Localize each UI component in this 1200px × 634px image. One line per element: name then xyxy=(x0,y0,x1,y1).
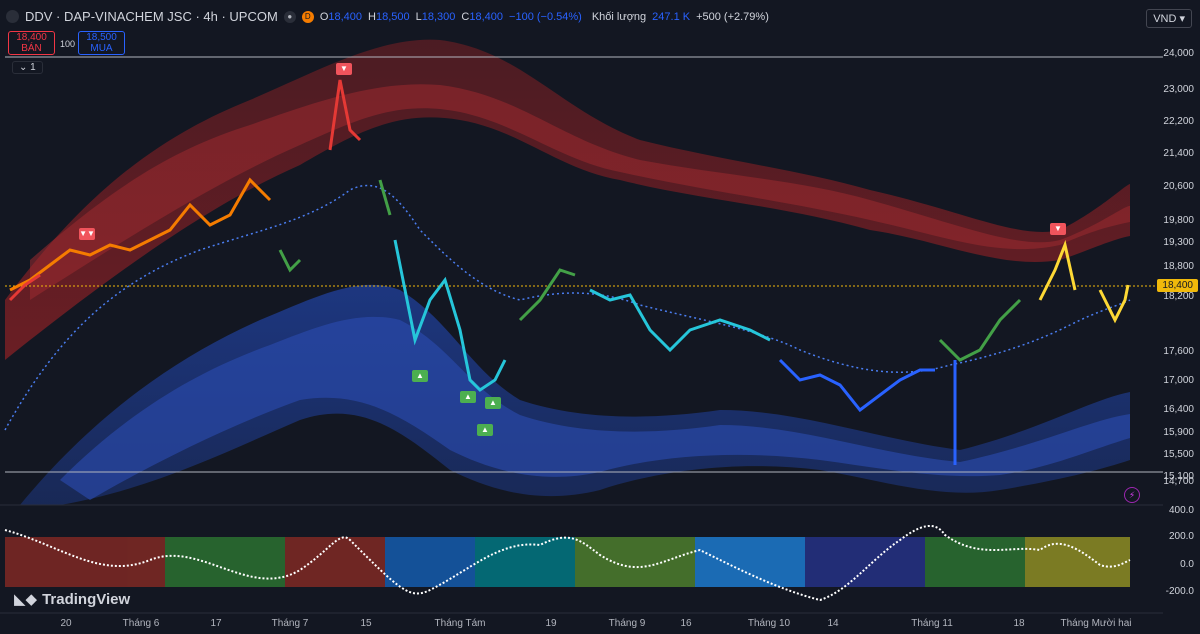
price-tick: 24,000 xyxy=(1163,48,1194,59)
delay-badge[interactable]: D xyxy=(301,10,314,23)
current-price-label: 18,400 xyxy=(1157,279,1198,292)
buy-price: 18,500 xyxy=(86,32,117,43)
low-value: 18,300 xyxy=(421,10,456,23)
osc-tick: -200.0 xyxy=(1165,586,1194,597)
price-tick: 18,800 xyxy=(1163,261,1194,272)
legend-toggle-button[interactable]: ⌄ 1 xyxy=(12,61,43,74)
price-tick: 17,600 xyxy=(1163,346,1194,357)
oscillator-heatmap xyxy=(5,537,1130,587)
volume-change: +500 (+2.79%) xyxy=(696,10,769,23)
spread-value: 100 xyxy=(60,39,76,49)
currency-label: VND xyxy=(1153,13,1177,25)
symbol-title[interactable]: DDV · DAP-VINACHEM JSC · 4h · UPCOM xyxy=(25,9,278,24)
buy-signal-marker: ▲ xyxy=(485,397,501,409)
price-tick: 15,500 xyxy=(1163,449,1194,460)
lightning-icon[interactable]: ⚡ xyxy=(1124,487,1140,503)
sell-signal-marker: ▼ xyxy=(336,63,352,75)
sell-button[interactable]: 18,400 BÁN xyxy=(8,31,55,55)
time-tick: Tháng 11 xyxy=(911,618,953,629)
time-tick: Tháng 7 xyxy=(271,618,309,629)
buy-button[interactable]: 18,500 MUA xyxy=(78,31,125,55)
price-tick: 22,200 xyxy=(1163,116,1194,127)
sell-signal-marker: ▼▼ xyxy=(79,228,95,240)
status-dot-icon: ● xyxy=(283,10,296,23)
price-tick: 19,300 xyxy=(1163,237,1194,248)
price-tick: 17,000 xyxy=(1163,375,1194,386)
time-tick: Tháng Mười hai xyxy=(1060,618,1132,629)
time-tick: 20 xyxy=(60,618,72,629)
currency-selector[interactable]: VND ▾ xyxy=(1146,9,1192,28)
price-tick: 14,700 xyxy=(1163,476,1194,487)
price-tick: 16,400 xyxy=(1163,404,1194,415)
buy-signal-marker: ▲ xyxy=(412,370,428,382)
volume-value: 247.1 K xyxy=(652,10,691,23)
legend-toggle-count: 1 xyxy=(30,62,36,73)
symbol-logo-icon xyxy=(6,10,19,23)
change-value: −100 (−0.54%) xyxy=(509,10,582,23)
high-label: H xyxy=(368,10,376,23)
time-tick: 15 xyxy=(360,618,372,629)
price-tick: 18,200 xyxy=(1163,291,1194,302)
price-tick: 20,600 xyxy=(1163,181,1194,192)
ohlc-legend: DDV · DAP-VINACHEM JSC · 4h · UPCOM ● D … xyxy=(6,9,769,24)
osc-tick: 400.0 xyxy=(1168,505,1194,516)
time-tick: Tháng 6 xyxy=(122,618,160,629)
time-tick: Tháng 9 xyxy=(608,618,646,629)
price-tick: 23,000 xyxy=(1163,84,1194,95)
time-tick: 18 xyxy=(1013,618,1025,629)
close-value: 18,400 xyxy=(469,10,504,23)
price-tick: 15,900 xyxy=(1163,427,1194,438)
buy-signal-marker: ▲ xyxy=(477,424,493,436)
high-value: 18,500 xyxy=(375,10,410,23)
price-tick: 21,400 xyxy=(1163,148,1194,159)
price-chart[interactable] xyxy=(0,0,1200,634)
tradingview-icon: ◣◆ xyxy=(14,591,38,608)
brand-name: TradingView xyxy=(42,590,131,608)
buy-label: MUA xyxy=(90,43,113,54)
sell-price: 18,400 xyxy=(16,32,47,43)
time-tick: 17 xyxy=(210,618,222,629)
time-tick: 16 xyxy=(680,618,692,629)
volume-label: Khối lượng xyxy=(591,10,647,23)
sell-signal-marker: ▼ xyxy=(1050,223,1066,235)
time-tick: 19 xyxy=(545,618,557,629)
osc-tick: 0.0 xyxy=(1180,559,1194,570)
time-tick: 14 xyxy=(827,618,839,629)
tradingview-logo[interactable]: ◣◆ TradingView xyxy=(14,590,131,609)
sell-label: BÁN xyxy=(21,43,42,54)
open-value: 18,400 xyxy=(328,10,363,23)
osc-tick: 200.0 xyxy=(1168,531,1194,542)
buy-signal-marker: ▲ xyxy=(460,391,476,403)
time-tick: Tháng Tám xyxy=(434,618,486,629)
price-tick: 19,800 xyxy=(1163,215,1194,226)
time-tick: Tháng 10 xyxy=(747,618,791,629)
